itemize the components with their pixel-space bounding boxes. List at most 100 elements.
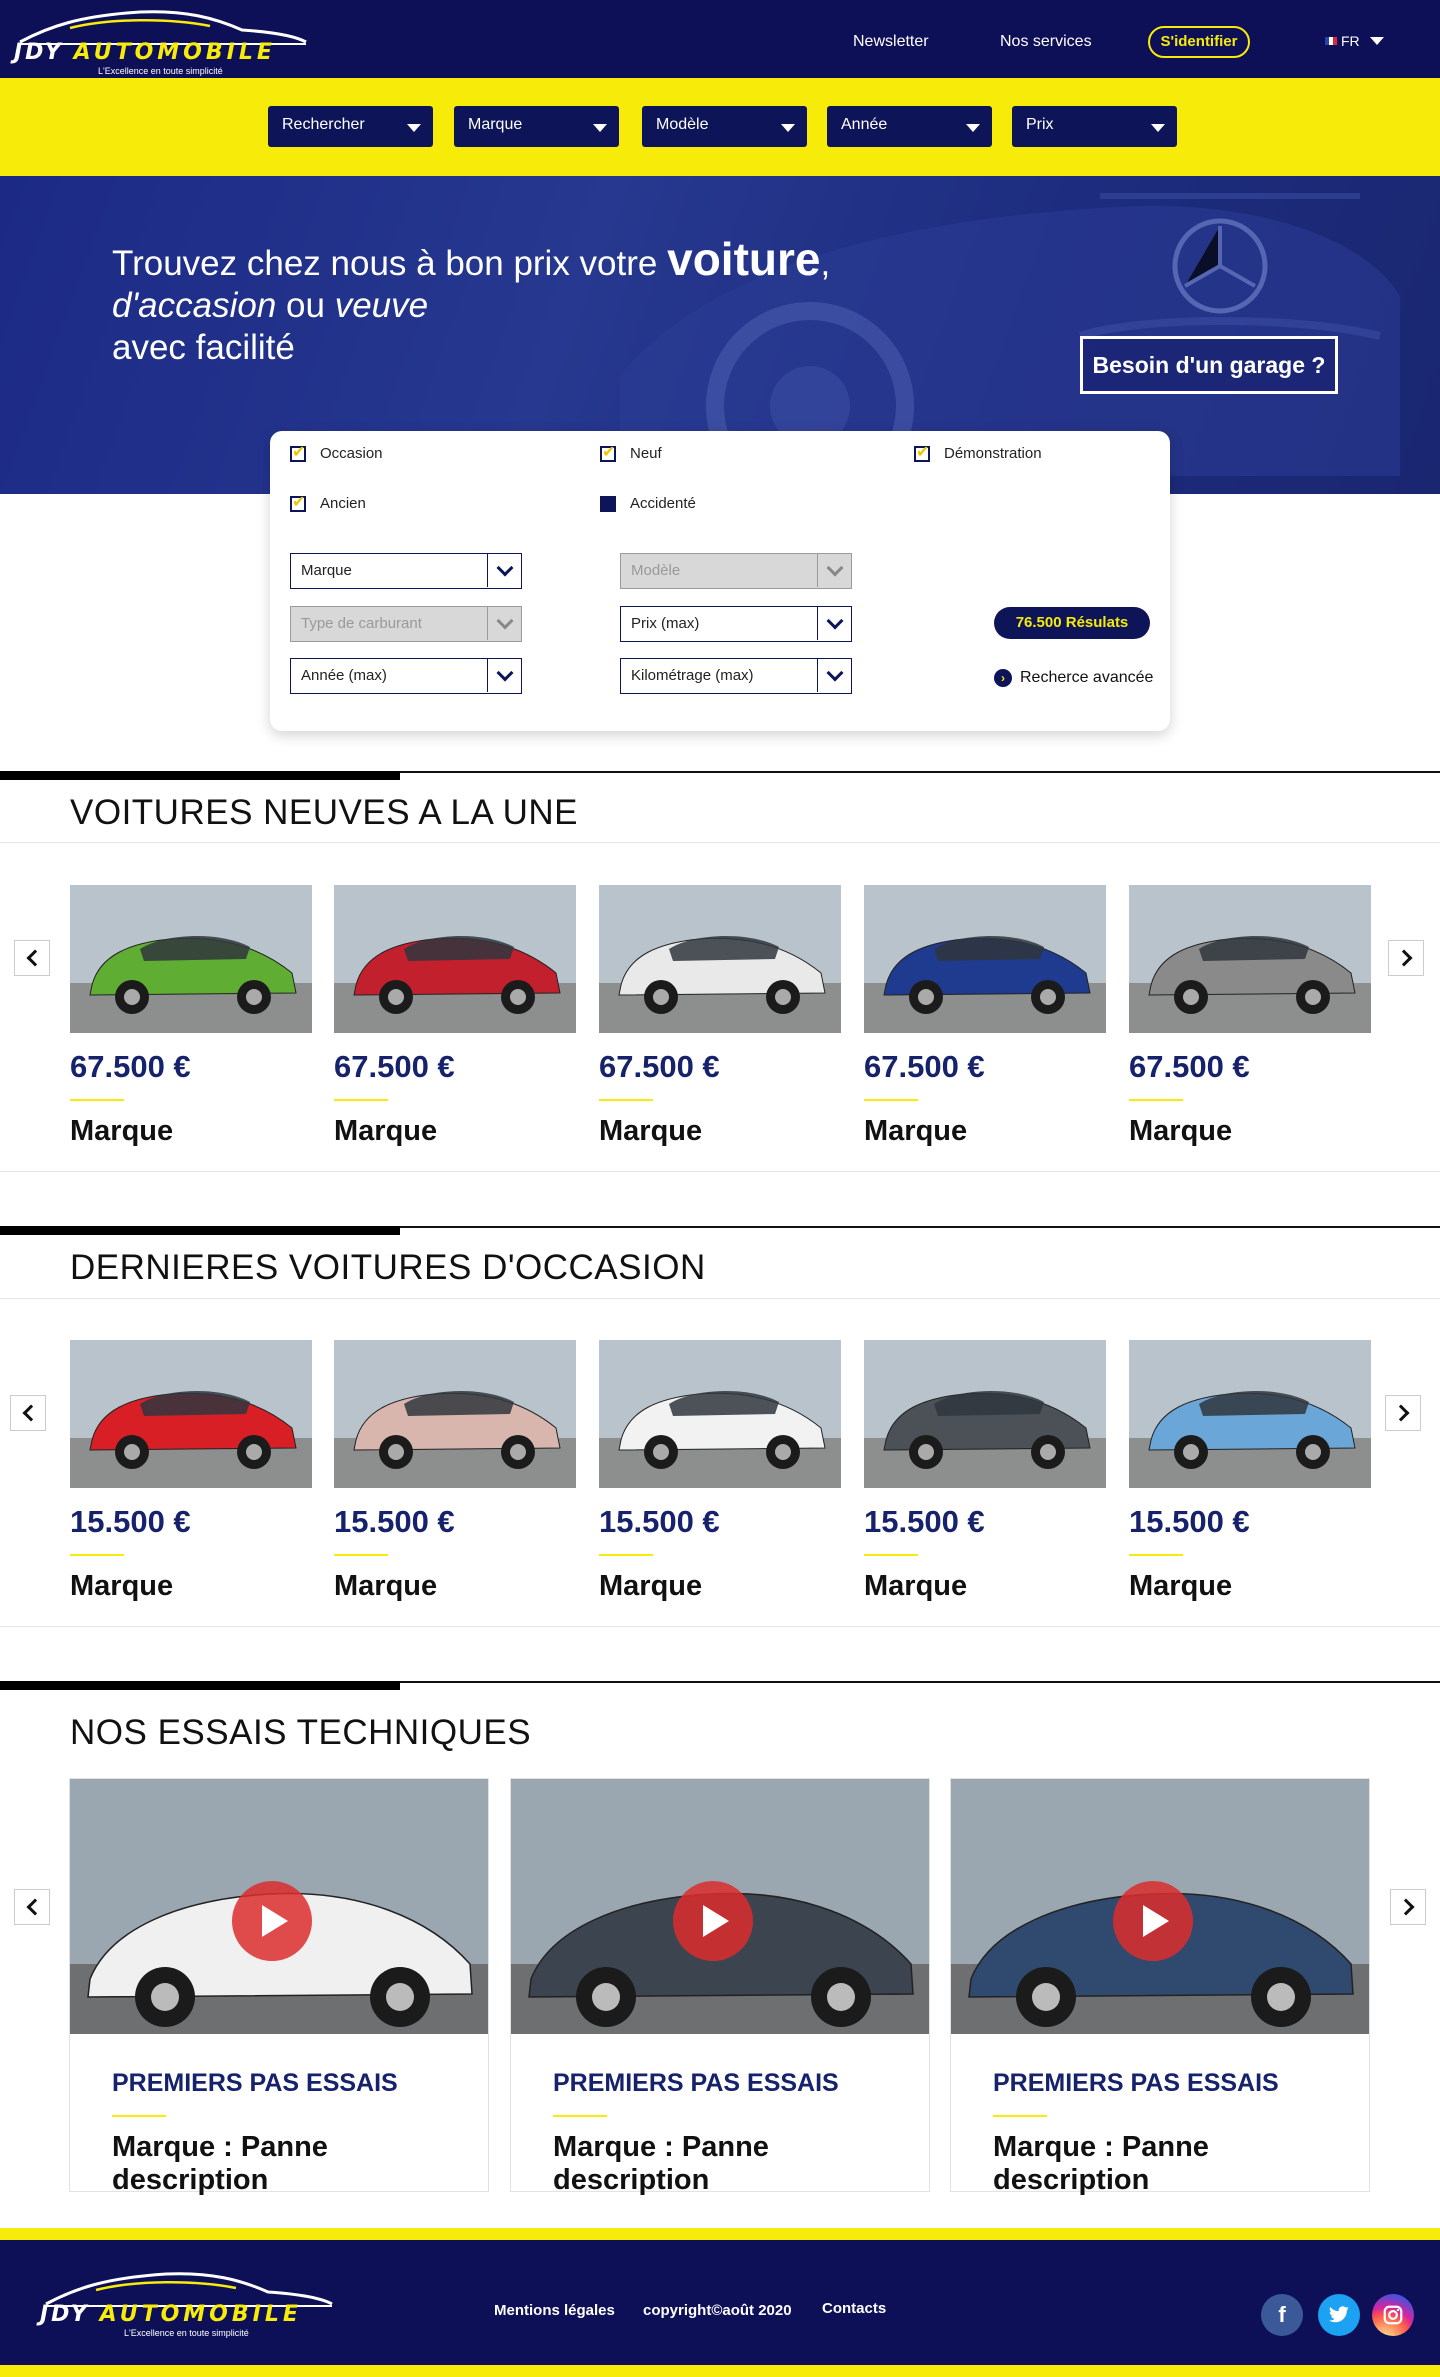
car-brand: Marque bbox=[864, 1115, 968, 1147]
dropdown-brand[interactable]: Marque bbox=[290, 553, 522, 589]
dropdown-model[interactable]: Modèle bbox=[620, 553, 852, 589]
checkbox-accident[interactable]: Accidenté bbox=[600, 495, 696, 512]
car-photo[interactable] bbox=[334, 885, 576, 1033]
video-test-card[interactable]: PREMIERS PAS ESSAIS Marque : Panne descri… bbox=[950, 1778, 1370, 2196]
car-card[interactable]: 15.500 € Marque bbox=[334, 1340, 576, 1603]
hero-headline: Trouvez chez nous à bon prix votre voitu… bbox=[112, 233, 831, 367]
dropdown-label: Type de carburant bbox=[301, 615, 422, 632]
car-card[interactable]: 15.500 € Marque bbox=[864, 1340, 1106, 1603]
play-icon[interactable] bbox=[1113, 1881, 1193, 1961]
dropdown-label: Kilométrage (max) bbox=[631, 667, 754, 684]
car-photo[interactable] bbox=[599, 885, 841, 1033]
video-test-card[interactable]: PREMIERS PAS ESSAIS Marque : Panne descri… bbox=[69, 1778, 489, 2196]
filter-brand-select[interactable]: Marque bbox=[454, 106, 619, 147]
car-photo[interactable] bbox=[1129, 885, 1371, 1033]
checkbox-occasion[interactable]: Occasion bbox=[290, 442, 383, 462]
new-cars-prev-button[interactable] bbox=[14, 940, 50, 976]
footer-legal-link[interactable]: Mentions légales bbox=[494, 2302, 615, 2319]
footer-contacts-link[interactable]: Contacts bbox=[822, 2300, 886, 2317]
price-underline bbox=[70, 1099, 124, 1101]
instagram-icon[interactable] bbox=[1372, 2294, 1414, 2336]
video-test-card[interactable]: PREMIERS PAS ESSAIS Marque : Panne descri… bbox=[510, 1778, 930, 2196]
chevron-right-icon bbox=[1397, 1898, 1414, 1916]
video-thumbnail[interactable] bbox=[951, 1779, 1369, 2034]
video-thumbnail[interactable] bbox=[511, 1779, 929, 2034]
new-cars-title: VOITURES NEUVES A LA UNE bbox=[70, 793, 578, 832]
logo-tagline: L'Excellence en toute simplicité bbox=[124, 2328, 249, 2338]
car-photo[interactable] bbox=[864, 885, 1106, 1033]
need-garage-button[interactable]: Besoin d'un garage ? bbox=[1080, 336, 1338, 394]
quick-filter-bar: Rechercher Marque Modèle Année Prix bbox=[0, 78, 1440, 176]
price-underline bbox=[334, 1554, 388, 1556]
test-description: Marque : Panne description bbox=[993, 2131, 1209, 2196]
car-photo[interactable] bbox=[70, 1340, 312, 1488]
car-price: 67.500 € bbox=[1129, 1049, 1250, 1084]
car-card[interactable]: 15.500 € Marque bbox=[70, 1340, 312, 1603]
tests-next-button[interactable] bbox=[1390, 1889, 1426, 1925]
chevron-down-icon bbox=[817, 554, 851, 587]
car-card[interactable]: 15.500 € Marque bbox=[1129, 1340, 1371, 1603]
car-photo[interactable] bbox=[334, 1340, 576, 1488]
site-logo[interactable]: JDY AUTOMOBILE L'Excellence en toute simp… bbox=[10, 8, 310, 76]
login-button[interactable]: S'identifier bbox=[1148, 26, 1250, 58]
nav-newsletter[interactable]: Newsletter bbox=[853, 33, 929, 51]
checkbox-new[interactable]: Neuf bbox=[600, 442, 662, 462]
filter-model-select[interactable]: Modèle bbox=[642, 106, 807, 147]
play-icon[interactable] bbox=[673, 1881, 753, 1961]
checkbox-demonstration[interactable]: Démonstration bbox=[914, 442, 1042, 462]
car-card[interactable]: 15.500 € Marque bbox=[599, 1340, 841, 1603]
dropdown-max-mileage[interactable]: Kilométrage (max) bbox=[620, 658, 852, 694]
filter-label: Prix bbox=[1026, 116, 1054, 133]
car-brand: Marque bbox=[334, 1570, 438, 1602]
site-footer: JDY AUTOMOBILE L'Excellence en toute simp… bbox=[0, 2240, 1440, 2365]
new-cars-next-button[interactable] bbox=[1388, 940, 1424, 976]
video-thumbnail[interactable] bbox=[70, 1779, 488, 2034]
tests-prev-button[interactable] bbox=[14, 1889, 50, 1925]
caret-down-icon bbox=[1151, 124, 1165, 132]
car-photo[interactable] bbox=[599, 1340, 841, 1488]
checkbox-label: Ancien bbox=[320, 495, 366, 512]
car-card[interactable]: 67.500 € Marque bbox=[70, 885, 312, 1148]
dropdown-fuel-type[interactable]: Type de carburant bbox=[290, 606, 522, 642]
price-underline bbox=[599, 1554, 653, 1556]
car-photo[interactable] bbox=[1129, 1340, 1371, 1488]
car-photo[interactable] bbox=[864, 1340, 1106, 1488]
car-brand: Marque bbox=[334, 1115, 438, 1147]
checkbox-checked-icon bbox=[290, 492, 306, 512]
footer-logo[interactable]: JDY AUTOMOBILE L'Excellence en toute simp… bbox=[36, 2270, 336, 2338]
car-card[interactable]: 67.500 € Marque bbox=[599, 885, 841, 1148]
results-count-badge[interactable]: 76.500 Résulats bbox=[994, 607, 1150, 639]
nav-services[interactable]: Nos services bbox=[1000, 33, 1092, 51]
dropdown-max-year[interactable]: Année (max) bbox=[290, 658, 522, 694]
kicker-underline bbox=[112, 2115, 166, 2117]
section-separator bbox=[0, 842, 1440, 843]
dropdown-max-price[interactable]: Prix (max) bbox=[620, 606, 852, 642]
car-card[interactable]: 67.500 € Marque bbox=[1129, 885, 1371, 1148]
car-card[interactable]: 67.500 € Marque bbox=[334, 885, 576, 1148]
test-description: Marque : Panne description bbox=[112, 2131, 328, 2196]
chevron-down-icon bbox=[487, 607, 521, 640]
dropdown-label: Année (max) bbox=[301, 667, 387, 684]
filter-price-select[interactable]: Prix bbox=[1012, 106, 1177, 147]
twitter-icon[interactable] bbox=[1318, 2294, 1360, 2336]
checkbox-label: Occasion bbox=[320, 445, 383, 462]
car-card[interactable]: 67.500 € Marque bbox=[864, 885, 1106, 1148]
play-icon[interactable] bbox=[232, 1881, 312, 1961]
filter-search-select[interactable]: Rechercher bbox=[268, 106, 433, 147]
language-selector[interactable]: FR bbox=[1325, 33, 1384, 49]
language-label: FR bbox=[1341, 33, 1360, 49]
used-cars-prev-button[interactable] bbox=[10, 1395, 46, 1431]
checkbox-checked-icon bbox=[600, 442, 616, 462]
section-accent-bar bbox=[0, 771, 400, 780]
footer-top-stripe bbox=[0, 2228, 1440, 2240]
used-cars-next-button[interactable] bbox=[1385, 1395, 1421, 1431]
advanced-search-link[interactable]: › Recherce avancée bbox=[994, 669, 1153, 687]
chevron-right-circle-icon: › bbox=[994, 669, 1012, 687]
test-kicker: PREMIERS PAS ESSAIS bbox=[112, 2069, 398, 2097]
filter-year-select[interactable]: Année bbox=[827, 106, 992, 147]
checkbox-ancient[interactable]: Ancien bbox=[290, 492, 366, 512]
car-photo[interactable] bbox=[70, 885, 312, 1033]
section-separator bbox=[0, 1171, 1440, 1172]
chevron-down-icon bbox=[1369, 37, 1384, 45]
facebook-icon[interactable]: f bbox=[1261, 2294, 1303, 2336]
